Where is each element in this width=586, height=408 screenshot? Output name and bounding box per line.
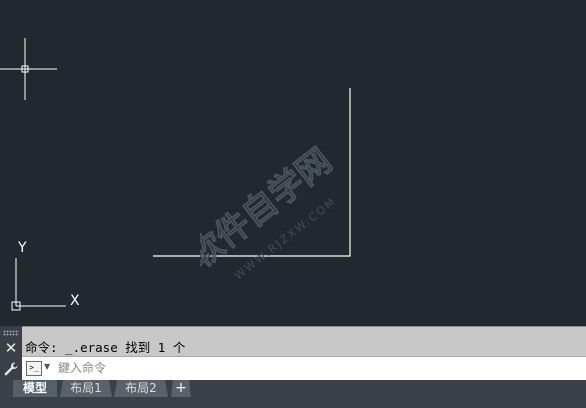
command-prompt-button[interactable]: >_ ▼	[26, 361, 52, 376]
command-history: 命令: _.erase 找到 1 个	[22, 326, 586, 356]
tab-layout1[interactable]: 布局1	[60, 380, 112, 397]
ucs-x-label: X	[70, 293, 80, 309]
drag-grip-icon[interactable]	[3, 330, 19, 336]
chevron-down-icon: ▼	[44, 362, 51, 371]
drawing-canvas[interactable]: Y X	[0, 0, 586, 326]
wrench-icon[interactable]	[3, 361, 19, 377]
command-history-line: 命令: _.erase 找到 1 个	[25, 340, 186, 355]
layout-tab-bar: 模型 布局1 布局2 +	[0, 380, 586, 408]
close-icon[interactable]: ✕	[3, 340, 19, 356]
drawn-polyline[interactable]	[153, 88, 351, 257]
crosshair-cursor-icon	[0, 38, 57, 100]
tab-model[interactable]: 模型	[13, 380, 57, 397]
command-input-row: >_ ▼	[22, 356, 586, 380]
terminal-prompt-icon: >_	[26, 361, 42, 376]
command-line-gutter: ✕	[0, 326, 22, 380]
command-line-window: ✕ 命令: _.erase 找到 1 个 >_ ▼ 模型 布局1 布局2 +	[0, 326, 586, 408]
tab-layout2[interactable]: 布局2	[114, 380, 168, 397]
add-layout-tab-button[interactable]: +	[171, 380, 191, 397]
command-input[interactable]	[58, 359, 578, 377]
ucs-y-label: Y	[17, 240, 27, 256]
ucs-icon: Y X	[11, 240, 80, 311]
